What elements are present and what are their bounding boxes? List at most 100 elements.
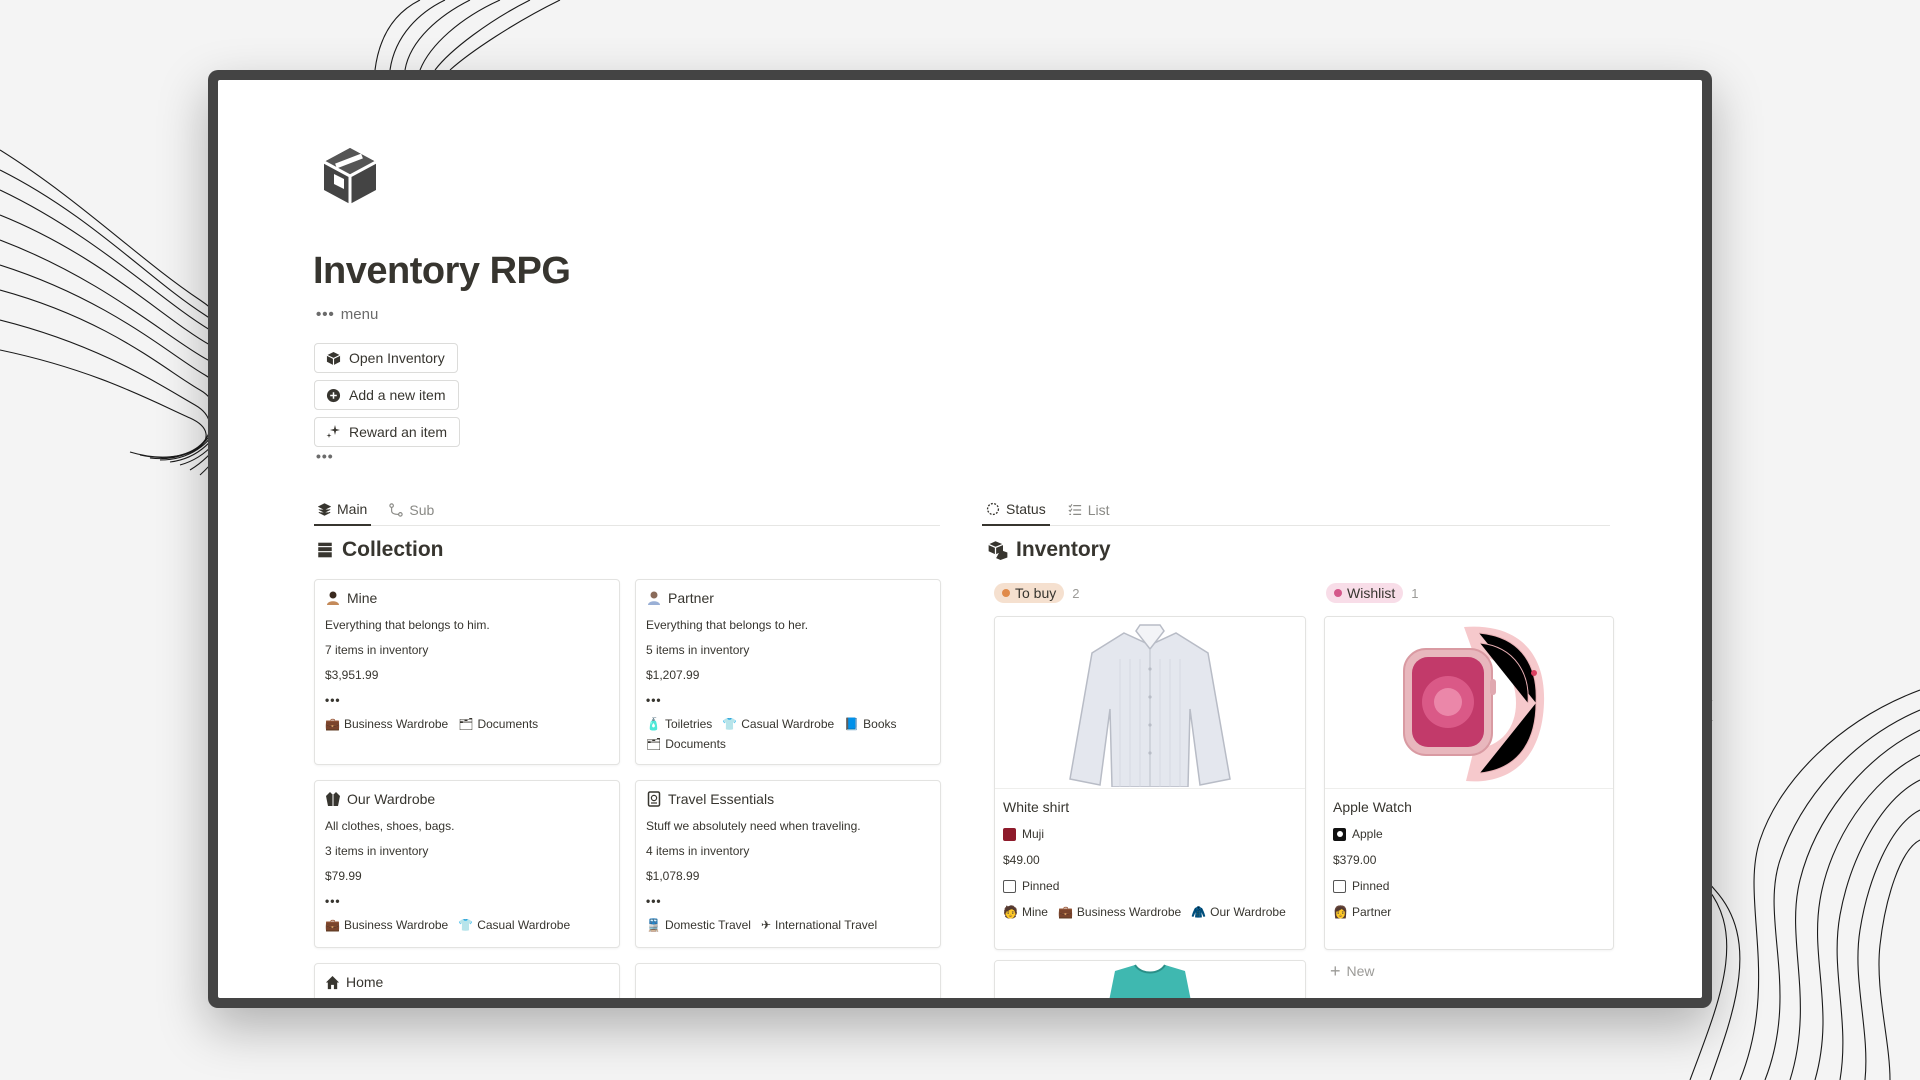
open-inventory-button[interactable]: Open Inventory [314, 343, 458, 373]
more-options-dots[interactable]: ••• [316, 448, 334, 464]
item-title: White shirt [1003, 799, 1070, 815]
tag-toiletries[interactable]: 🧴 Toiletries [646, 717, 712, 731]
tab-list[interactable]: List [1064, 494, 1114, 526]
tag-mine[interactable]: 🧑 Mine [1003, 905, 1048, 919]
tag-label: International Travel [775, 918, 878, 932]
add-new-item-label: Add a new item [349, 387, 446, 403]
tag-label: Our Wardrobe [1210, 905, 1286, 919]
item-tags: 🧑 Mine 💼 Business Wardrobe 🧥 Our Wardrobe [1003, 905, 1297, 919]
card-dots: ••• [325, 693, 341, 707]
column-header-wishlist[interactable]: Wishlist 1 [1326, 583, 1418, 603]
tab-main[interactable]: Main [314, 494, 372, 526]
card-total-value: $3,951.99 [325, 668, 379, 682]
tag-label: Business Wardrobe [343, 717, 449, 731]
list-icon [1068, 503, 1081, 515]
briefcase-icon: 💼 [325, 918, 340, 932]
collection-card-mine[interactable]: Mine Everything that belongs to him. 7 i… [314, 579, 620, 765]
tag-label: Business Wardrobe [343, 918, 449, 932]
pinned-checkbox[interactable] [1003, 879, 1016, 893]
card-title: Travel Essentials [668, 791, 775, 807]
tag-books[interactable]: 📘 Books [844, 717, 896, 731]
tab-sub[interactable]: Sub [385, 494, 438, 526]
card-total-value: $1,078.99 [646, 869, 700, 883]
book-icon: 📘 [844, 717, 860, 731]
tag-business-wardrobe[interactable]: 💼 Business Wardrobe [325, 918, 448, 932]
inventory-card-white-shirt[interactable]: White shirt Muji $49.00 Pinned 🧑 Mine 💼 Bu… [994, 616, 1306, 950]
box-icon [325, 350, 341, 366]
new-item-button[interactable]: + New [1330, 962, 1375, 980]
muji-logo-icon [1003, 827, 1016, 841]
shirt-image [1069, 623, 1231, 787]
reward-item-button[interactable]: Reward an item [314, 417, 461, 447]
status-pill-wishlist: Wishlist [1326, 583, 1404, 603]
product-image-white-shirt [995, 617, 1305, 789]
briefcase-icon: 💼 [1057, 905, 1073, 919]
card-title: Home [346, 974, 384, 990]
status-dot [1334, 589, 1342, 597]
person-avatar-icon: 🧑 [1003, 905, 1018, 919]
tag-business-wardrobe[interactable]: 💼 Business Wardrobe [325, 717, 448, 731]
coat-icon [326, 792, 340, 806]
page-canvas: Inventory RPG ••• menu Open Inventory Ad… [218, 80, 1702, 998]
tag-documents[interactable]: 🗂 Documents [458, 717, 538, 731]
pinned-label: Pinned [1022, 879, 1060, 893]
inventory-card-apple-watch[interactable]: Apple Watch Apple $379.00 Pinned 👩 Partne… [1324, 616, 1614, 950]
tag-label: Documents [477, 717, 539, 731]
item-pinned[interactable]: Pinned [1333, 879, 1605, 893]
tag-international-travel[interactable]: ✈ International Travel [761, 918, 877, 932]
card-description: Everything that belongs to her. [646, 618, 809, 632]
brand-label: Apple [1352, 827, 1383, 841]
item-price: $379.00 [1333, 853, 1377, 867]
collection-card-empty[interactable] [635, 963, 941, 998]
tag-label: Casual Wardrobe [477, 918, 571, 932]
inventory-title: Inventory [1016, 538, 1111, 561]
item-title: Apple Watch [1333, 799, 1412, 815]
tag-label: Toiletries [664, 717, 713, 731]
toiletries-icon: 🧴 [646, 717, 661, 731]
status-icon [986, 502, 1000, 516]
coat-icon: 🧥 [1191, 905, 1207, 919]
boxes-icon [988, 541, 1008, 560]
column-header-to-buy[interactable]: To buy 2 [994, 583, 1079, 603]
item-tags: 👩 Partner [1333, 905, 1605, 919]
tag-partner[interactable]: 👩 Partner [1333, 905, 1391, 919]
item-pinned[interactable]: Pinned [1003, 879, 1297, 893]
box-icon [323, 148, 377, 204]
tag-casual-wardrobe[interactable]: 👕 Casual Wardrobe [722, 717, 834, 731]
teal-top-image [1109, 964, 1191, 998]
tag-documents[interactable]: 🗂 Documents [646, 737, 726, 751]
tag-business-wardrobe[interactable]: 💼 Business Wardrobe [1058, 905, 1181, 919]
product-image-apple-watch [1325, 617, 1613, 789]
tab-status[interactable]: Status [982, 494, 1050, 526]
documents-icon: 🗂 [458, 717, 474, 731]
page-title: Inventory RPG [313, 250, 571, 292]
collection-card-home[interactable]: Home [314, 963, 620, 998]
reward-item-label: Reward an item [349, 424, 448, 440]
add-new-item-button[interactable]: Add a new item [314, 380, 459, 410]
tag-casual-wardrobe[interactable]: 👕 Casual Wardrobe [458, 918, 570, 932]
person-avatar-icon [648, 591, 660, 605]
card-title: Partner [668, 590, 714, 606]
card-dots: ••• [325, 894, 341, 908]
status-label: Wishlist [1347, 585, 1396, 601]
tag-domestic-travel[interactable]: 🚆 Domestic Travel [646, 918, 751, 932]
tag-our-wardrobe[interactable]: 🧥 Our Wardrobe [1191, 905, 1286, 919]
status-label: To buy [1015, 585, 1057, 601]
card-description: All clothes, shoes, bags. [325, 819, 455, 833]
tshirt-icon: 👕 [458, 918, 474, 932]
card-title: Our Wardrobe [347, 791, 436, 807]
item-brand: Apple [1333, 827, 1605, 841]
train-icon: 🚆 [646, 918, 661, 932]
inventory-card-teal-top[interactable] [994, 960, 1306, 998]
pinned-checkbox[interactable] [1333, 879, 1346, 893]
card-total-value: $1,207.99 [646, 668, 700, 682]
collection-card-partner[interactable]: Partner Everything that belongs to her. … [635, 579, 941, 765]
menu-label: menu [340, 306, 379, 323]
briefcase-icon: 💼 [325, 717, 340, 731]
menu-toggle[interactable]: ••• menu [316, 306, 378, 323]
card-total-value: $79.99 [325, 869, 362, 883]
collection-card-travel-essentials[interactable]: Travel Essentials Stuff we absolutely ne… [635, 780, 941, 948]
collection-view-tabs: Main Sub [314, 494, 940, 526]
collection-card-our-wardrobe[interactable]: Our Wardrobe All clothes, shoes, bags. 3… [314, 780, 620, 948]
inventory-heading: Inventory [988, 538, 1111, 562]
